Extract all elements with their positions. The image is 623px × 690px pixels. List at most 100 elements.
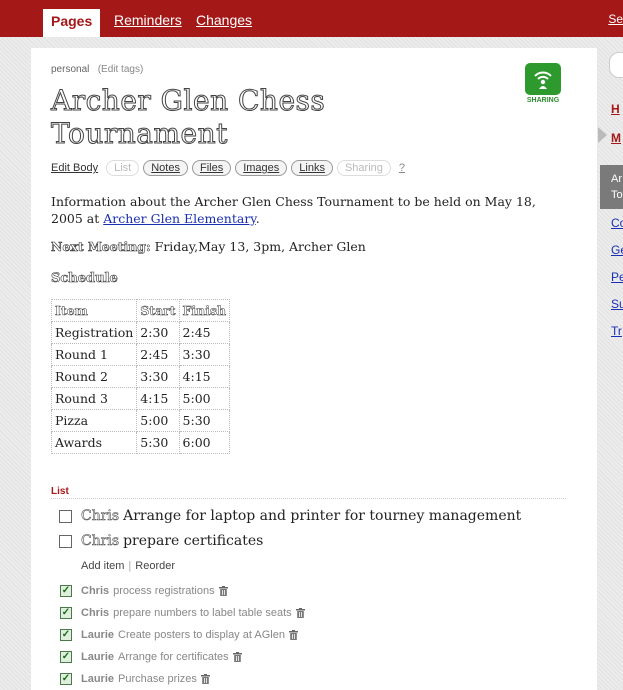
reorder-link[interactable]: Reorder: [135, 560, 175, 572]
sidebar-current-line-1: Ar: [611, 173, 622, 185]
next-meeting: Next Meeting: Friday,May 13, 3pm, Archer…: [51, 239, 366, 255]
sharing-icon: [525, 63, 561, 95]
table-row: Pizza 5:00 5:30: [50, 409, 231, 432]
toolbar-links-button[interactable]: Links: [291, 160, 333, 176]
cell-start: 3:30: [136, 365, 180, 388]
toolbar-notes-button[interactable]: Notes: [143, 160, 188, 176]
checkbox-checked-icon[interactable]: ✓: [60, 673, 72, 685]
toolbar-sharing-button: Sharing: [336, 160, 391, 176]
list-item-done: ✓ Chris process registrations: [60, 585, 228, 597]
tab-changes[interactable]: Changes: [196, 9, 252, 37]
tab-reminders[interactable]: Reminders: [114, 9, 182, 37]
toolbar-files-button[interactable]: Files: [191, 160, 232, 176]
item-text: process registrations: [113, 585, 215, 597]
archer-glen-link[interactable]: Archer Glen Elementary: [103, 211, 255, 226]
item-text: Arrange for certificates: [118, 651, 229, 663]
item-text: Create posters to display at AGlen: [118, 629, 285, 641]
item-text[interactable]: Arrange for laptop and printer for tourn…: [123, 508, 521, 524]
page-title-line-2: Tournament: [51, 117, 228, 151]
intro-paragraph: Information about the Archer Glen Chess …: [51, 193, 571, 227]
top-right-link[interactable]: Se: [608, 12, 623, 26]
add-item-link[interactable]: Add item: [81, 560, 124, 572]
cell-item: Pizza: [50, 409, 138, 432]
item-assignee: Laurie: [81, 629, 115, 641]
col-item: Item: [50, 299, 138, 322]
trash-icon[interactable]: [232, 652, 242, 662]
cell-item: Awards: [50, 431, 138, 454]
edit-tags-link[interactable]: (Edit tags): [98, 64, 144, 75]
col-start: Start: [136, 299, 180, 322]
list-heading: List: [51, 486, 69, 497]
sidebar-page-link[interactable]: Co: [611, 216, 623, 230]
list-item-done: ✓ Chris prepare numbers to label table s…: [60, 607, 305, 619]
item-assignee: Chris: [81, 607, 110, 619]
checkbox-icon[interactable]: [59, 509, 72, 523]
item-assignee: Laurie: [81, 673, 115, 685]
sidebar-page-link[interactable]: Pe: [611, 270, 623, 284]
edit-body-link[interactable]: Edit Body: [51, 162, 98, 174]
trash-icon[interactable]: [288, 630, 298, 640]
page-title: Archer Glen Chess Tournament: [51, 84, 381, 151]
list-item: Chris prepare certificates: [59, 533, 263, 549]
sidebar-page-link[interactable]: Su: [611, 297, 623, 311]
cell-finish: 3:30: [178, 343, 231, 366]
checkbox-checked-icon[interactable]: ✓: [60, 585, 72, 597]
tab-pages[interactable]: Pages: [43, 9, 101, 37]
sidebar-link-h[interactable]: H: [611, 102, 620, 116]
cell-start: 5:00: [136, 409, 180, 432]
sharing-badge[interactable]: SHARING: [525, 63, 561, 107]
cell-finish: 4:15: [178, 365, 231, 388]
item-assignee: Laurie: [81, 651, 115, 663]
schedule-table: Item Start Finish Registration 2:30 2:45 R…: [50, 299, 231, 454]
sidebar-current-page[interactable]: Ar To: [600, 165, 623, 209]
col-finish: Finish: [178, 299, 231, 322]
next-meeting-label: Next Meeting:: [51, 239, 151, 255]
toolbar-list-button: List: [106, 160, 140, 176]
tag-line: personal (Edit tags): [51, 64, 143, 75]
sidebar-page-link[interactable]: Ge: [611, 243, 623, 257]
item-assignee: Chris: [81, 585, 110, 597]
tag-personal[interactable]: personal: [51, 64, 89, 75]
cell-item: Round 1: [50, 343, 138, 366]
list-item-done: ✓ Laurie Purchase prizes: [60, 673, 210, 685]
sharing-label: SHARING: [526, 97, 560, 104]
cell-item: Round 2: [50, 365, 138, 388]
list-item-done: ✓ Laurie Create posters to display at AG…: [60, 629, 298, 641]
item-text[interactable]: prepare certificates: [123, 533, 263, 549]
schedule-header-row: Item Start Finish: [50, 299, 231, 322]
checkbox-icon[interactable]: [59, 534, 72, 548]
toolbar-images-button[interactable]: Images: [235, 160, 288, 176]
sidebar-page-link[interactable]: Tr: [611, 324, 622, 338]
sidebar-current-line-2: To: [611, 189, 623, 201]
list-item: Chris Arrange for laptop and printer for…: [59, 508, 521, 524]
checkbox-checked-icon[interactable]: ✓: [60, 607, 72, 619]
checkbox-checked-icon[interactable]: ✓: [60, 629, 72, 641]
trash-icon[interactable]: [218, 586, 228, 596]
sidebar-link-m[interactable]: M: [611, 131, 621, 145]
page-title-line-1: Archer Glen Chess: [51, 84, 326, 118]
sidebar-arrow-icon: [598, 127, 607, 143]
table-row: Round 3 4:15 5:00: [50, 387, 231, 410]
item-text: Purchase prizes: [118, 673, 197, 685]
page-panel: personal (Edit tags) Archer Glen Chess T…: [31, 48, 597, 690]
trash-icon[interactable]: [295, 608, 305, 618]
cell-finish: 5:30: [178, 409, 231, 432]
cell-finish: 6:00: [178, 431, 231, 454]
cell-start: 4:15: [136, 387, 180, 410]
top-nav-bar: Pages Reminders Changes Se: [0, 0, 623, 37]
table-row: Awards 5:30 6:00: [50, 431, 231, 454]
list-actions: Add item | Reorder: [81, 560, 176, 572]
checkbox-checked-icon[interactable]: ✓: [60, 651, 72, 663]
help-link[interactable]: ?: [399, 162, 405, 174]
table-row: Round 1 2:45 3:30: [50, 343, 231, 366]
table-row: Registration 2:30 2:45: [50, 321, 231, 344]
cell-finish: 2:45: [178, 321, 231, 344]
schedule-heading: Schedule: [51, 271, 118, 287]
item-text: prepare numbers to label table seats: [113, 607, 292, 619]
cell-start: 2:45: [136, 343, 180, 366]
sidebar-search-input[interactable]: [609, 52, 623, 78]
next-meeting-text: Friday,May 13, 3pm, Archer Glen: [150, 239, 366, 254]
cell-start: 2:30: [136, 321, 180, 344]
page-toolbar: Edit Body List Notes Files Images Links …: [51, 159, 405, 177]
trash-icon[interactable]: [200, 674, 210, 684]
